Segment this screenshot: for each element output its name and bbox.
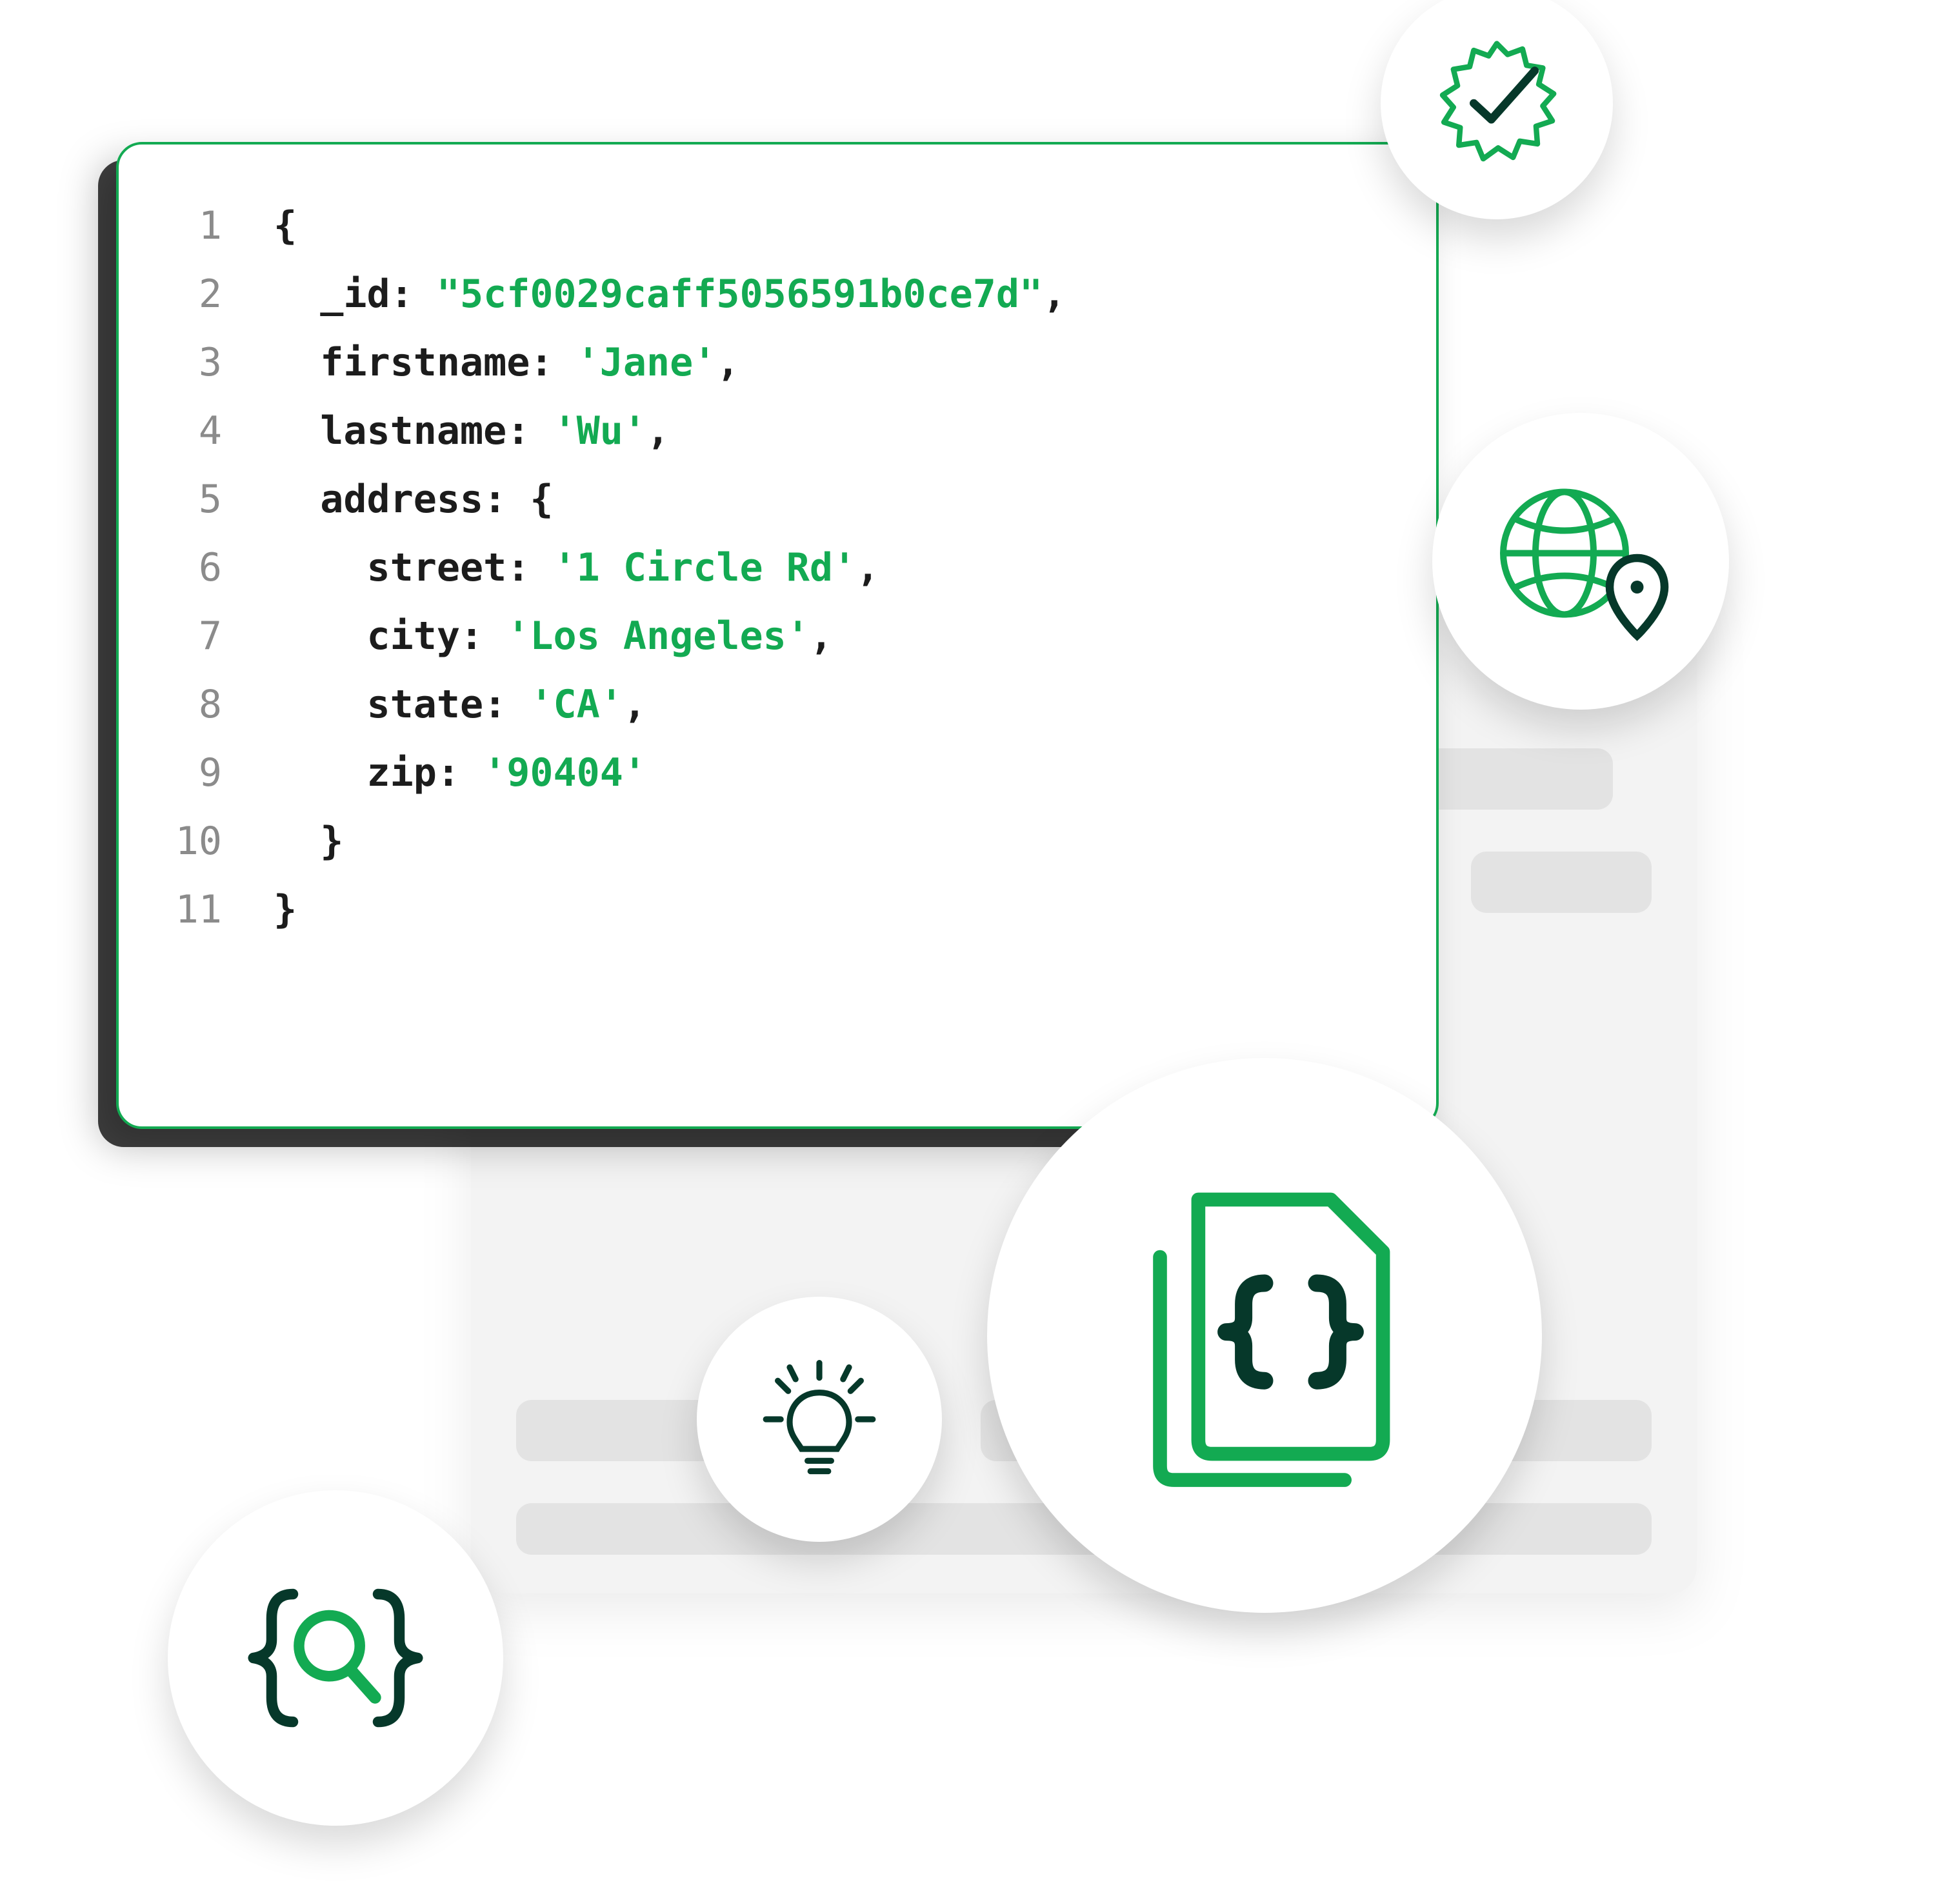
line-number: 9: [157, 750, 222, 796]
line-number: 3: [157, 339, 222, 386]
code-content: lastname: 'Wu',: [274, 408, 670, 454]
code-content: {: [274, 203, 297, 249]
code-content: firstname: 'Jane',: [274, 339, 739, 386]
line-number: 10: [157, 818, 222, 864]
code-content: street: '1 Circle Rd',: [274, 544, 879, 591]
code-content: city: 'Los Angeles',: [274, 613, 833, 659]
line-number: 1: [157, 203, 222, 249]
line-number: 8: [157, 681, 222, 728]
line-number: 6: [157, 544, 222, 591]
code-line: 10 }: [157, 818, 1397, 864]
code-content: address: {: [274, 476, 554, 523]
line-number: 5: [157, 476, 222, 523]
code-line: 2 _id: "5cf0029caff5056591b0ce7d",: [157, 271, 1397, 317]
document-stack-icon: [987, 1058, 1542, 1613]
code-line: 4 lastname: 'Wu',: [157, 408, 1397, 454]
code-line: 11}: [157, 886, 1397, 933]
code-line: 9 zip: '90404': [157, 750, 1397, 796]
lightbulb-icon: [697, 1297, 942, 1542]
code-content: }: [274, 818, 343, 864]
code-content: zip: '90404': [274, 750, 646, 796]
code-line: 6 street: '1 Circle Rd',: [157, 544, 1397, 591]
line-number: 7: [157, 613, 222, 659]
code-block: 1{2 _id: "5cf0029caff5056591b0ce7d",3 fi…: [157, 203, 1397, 933]
globe-location-icon: [1432, 413, 1729, 710]
code-content: _id: "5cf0029caff5056591b0ce7d",: [274, 271, 1066, 317]
code-line: 1{: [157, 203, 1397, 249]
line-number: 4: [157, 408, 222, 454]
line-number: 2: [157, 271, 222, 317]
verified-badge-icon: [1381, 0, 1613, 219]
braces-search-icon: [168, 1490, 503, 1826]
code-line: 8 state: 'CA',: [157, 681, 1397, 728]
code-line: 7 city: 'Los Angeles',: [157, 613, 1397, 659]
code-content: state: 'CA',: [274, 681, 646, 728]
placeholder-block: [1471, 852, 1652, 913]
line-number: 11: [157, 886, 222, 933]
code-window: 1{2 _id: "5cf0029caff5056591b0ce7d",3 fi…: [116, 142, 1439, 1129]
illustration-canvas: 1{2 _id: "5cf0029caff5056591b0ce7d",3 fi…: [0, 0, 1960, 1887]
code-content: }: [274, 886, 297, 933]
code-line: 5 address: {: [157, 476, 1397, 523]
code-line: 3 firstname: 'Jane',: [157, 339, 1397, 386]
